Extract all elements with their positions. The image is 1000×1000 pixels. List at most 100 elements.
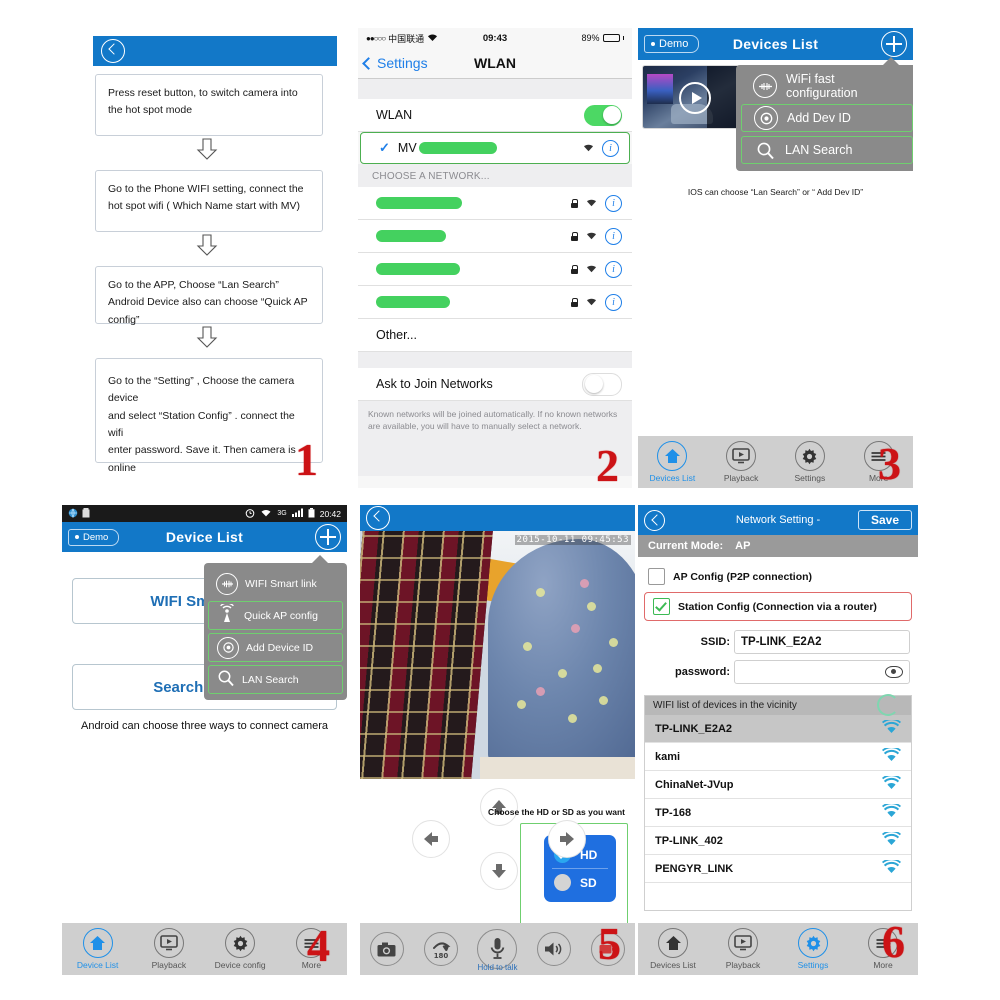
wifi-icon (585, 229, 598, 243)
current-mode-label: Current Mode: (648, 540, 724, 552)
tab-device-config[interactable]: Device config (205, 928, 276, 970)
ask-to-join-toggle[interactable] (582, 372, 622, 396)
speaker-icon[interactable] (537, 932, 572, 966)
network-row[interactable]: i (358, 286, 632, 319)
info-icon[interactable]: i (605, 227, 622, 245)
ssid-label: SSID: (700, 636, 730, 648)
panel-4-android-device-list: 3G 20:42 Demo Device List WIFI Smart lin… (62, 505, 347, 975)
wifi-list-item[interactable]: TP-LINK_E2A2 (645, 715, 911, 743)
menu-item-lan-search[interactable]: LAN Search (741, 136, 913, 164)
battery-icon (602, 34, 620, 42)
wifi-icon (585, 262, 598, 276)
arrow-down-icon-2 (93, 232, 321, 258)
info-icon[interactable]: i (605, 194, 622, 212)
checkmark-icon: ✓ (379, 140, 390, 155)
ap-config-label: AP Config (P2P connection) (673, 570, 813, 583)
tab-label: Playback (723, 473, 759, 483)
station-config-checkbox[interactable] (653, 598, 670, 615)
menu-item-lan-search[interactable]: LAN Search (208, 665, 343, 694)
rotate-180-icon[interactable]: 180 (423, 932, 458, 966)
wlan-toggle[interactable] (584, 104, 622, 126)
info-icon[interactable]: i (605, 293, 622, 311)
info-icon[interactable]: i (605, 260, 622, 278)
android-status-right: 3G 20:42 (245, 507, 341, 520)
wifi-list-item[interactable]: TP-168 (645, 799, 911, 827)
pan-right-button[interactable] (548, 820, 586, 858)
antenna-icon (217, 602, 237, 627)
other-network-row[interactable]: Other... (358, 319, 632, 352)
demo-back-button[interactable]: Demo (68, 528, 120, 546)
wifi-ssid: TP-LINK_402 (655, 834, 723, 847)
network-row[interactable]: i (358, 187, 632, 220)
wifi-icon (882, 718, 901, 737)
wifi-list: TP-LINK_E2A2 kami ChinaNet-JVup TP-168 T… (644, 715, 912, 911)
wifi-list-item[interactable]: ChinaNet-JVup (645, 771, 911, 799)
add-device-button[interactable] (315, 524, 341, 550)
demo-back-button[interactable]: Demo (644, 35, 700, 53)
menu-item-label: WiFi fast configuration (786, 72, 858, 100)
quality-option-sd[interactable]: SD (544, 869, 616, 896)
thumbnail-screen (647, 74, 673, 104)
add-device-button[interactable] (881, 31, 907, 57)
wifi-list-item[interactable]: TP-LINK_402 (645, 827, 911, 855)
wifi-ssid: TP-168 (655, 806, 692, 819)
other-label: Other... (376, 328, 417, 342)
quality-label: SD (580, 875, 597, 890)
wifi-icon (582, 141, 595, 155)
menu-item-add-dev-id[interactable]: Add Dev ID (741, 104, 913, 132)
gear-icon (794, 441, 825, 471)
wifi-list-item-empty (645, 883, 911, 910)
panel1-header (93, 36, 337, 66)
back-icon[interactable] (101, 39, 125, 63)
back-icon[interactable] (366, 506, 390, 530)
eye-icon[interactable] (885, 666, 903, 678)
tab-playback[interactable]: Playback (708, 928, 778, 970)
wifi-list-item[interactable]: kami (645, 743, 911, 771)
tab-devices-list[interactable]: Devices List (638, 441, 707, 483)
flow-step-4-line2: and select “Station Config” . connect th… (108, 409, 295, 439)
menu-item-quick-ap-config[interactable]: Quick AP config (208, 601, 343, 630)
tab-devices-list[interactable]: Devices List (638, 928, 708, 970)
network-row[interactable]: i (358, 253, 632, 286)
wlan-toggle-row[interactable]: WLAN (358, 99, 632, 132)
flow-step-4: Go to the “Setting” , Choose the camera … (95, 358, 323, 474)
camera-icon[interactable] (369, 932, 404, 966)
tab-playback[interactable]: Playback (707, 441, 776, 483)
app-bar: Demo Devices List (638, 28, 913, 60)
pan-left-button[interactable] (412, 820, 450, 858)
section-gap (358, 352, 632, 368)
panel-1-flowchart: Press reset button, to switch camera int… (93, 36, 337, 488)
play-icon[interactable] (679, 82, 711, 114)
ask-to-join-row[interactable]: Ask to Join Networks (358, 368, 632, 401)
network-row[interactable]: i (358, 220, 632, 253)
live-video-feed[interactable]: 2015-10-11 09:45:53 (360, 531, 635, 779)
tab-settings[interactable]: Settings (776, 441, 845, 483)
menu-item-add-device-id[interactable]: Add Device ID (208, 633, 343, 662)
wifi-ssid: TP-LINK_E2A2 (655, 722, 733, 735)
menu-item-wifi-smart-link[interactable]: WIFI Smart link (208, 569, 343, 598)
wifi-ssid: ChinaNet-JVup (655, 778, 734, 791)
refresh-spinner-icon[interactable] (877, 694, 899, 716)
wifi-list-item[interactable]: PENGYR_LINK (645, 855, 911, 883)
app-bar: Network Setting - Save (638, 505, 918, 535)
ios-nav-bar: Settings WLAN (358, 48, 632, 79)
tab-device-list[interactable]: Device List (62, 928, 133, 970)
step-number-2: 2 (596, 440, 619, 491)
panel-2-ios-wlan: ●●○○○ 中国联通 09:43 89% Settings WLAN WLAN … (358, 28, 632, 488)
pan-down-button[interactable] (480, 852, 518, 890)
password-input[interactable] (734, 660, 910, 684)
bottom-control-bar: 180 Hold to talk (360, 923, 635, 975)
camera-target-icon (754, 106, 778, 130)
info-icon[interactable]: i (602, 139, 619, 157)
tab-settings[interactable]: Settings (778, 928, 848, 970)
station-config-row[interactable]: Station Config (Connection via a router) (644, 592, 912, 621)
video-floor (480, 757, 635, 779)
ap-config-row[interactable]: AP Config (P2P connection) (638, 561, 918, 592)
redaction-mark (418, 142, 497, 154)
menu-item-label: LAN Search (242, 673, 299, 686)
menu-item-wifi-fast-configuration[interactable]: WiFi fast configuration (741, 72, 913, 100)
ap-config-checkbox[interactable] (648, 568, 665, 585)
ssid-input[interactable]: TP-LINK_E2A2 (734, 630, 910, 654)
tab-playback[interactable]: Playback (133, 928, 204, 970)
connected-network-row[interactable]: ✓ MV i (360, 132, 630, 164)
